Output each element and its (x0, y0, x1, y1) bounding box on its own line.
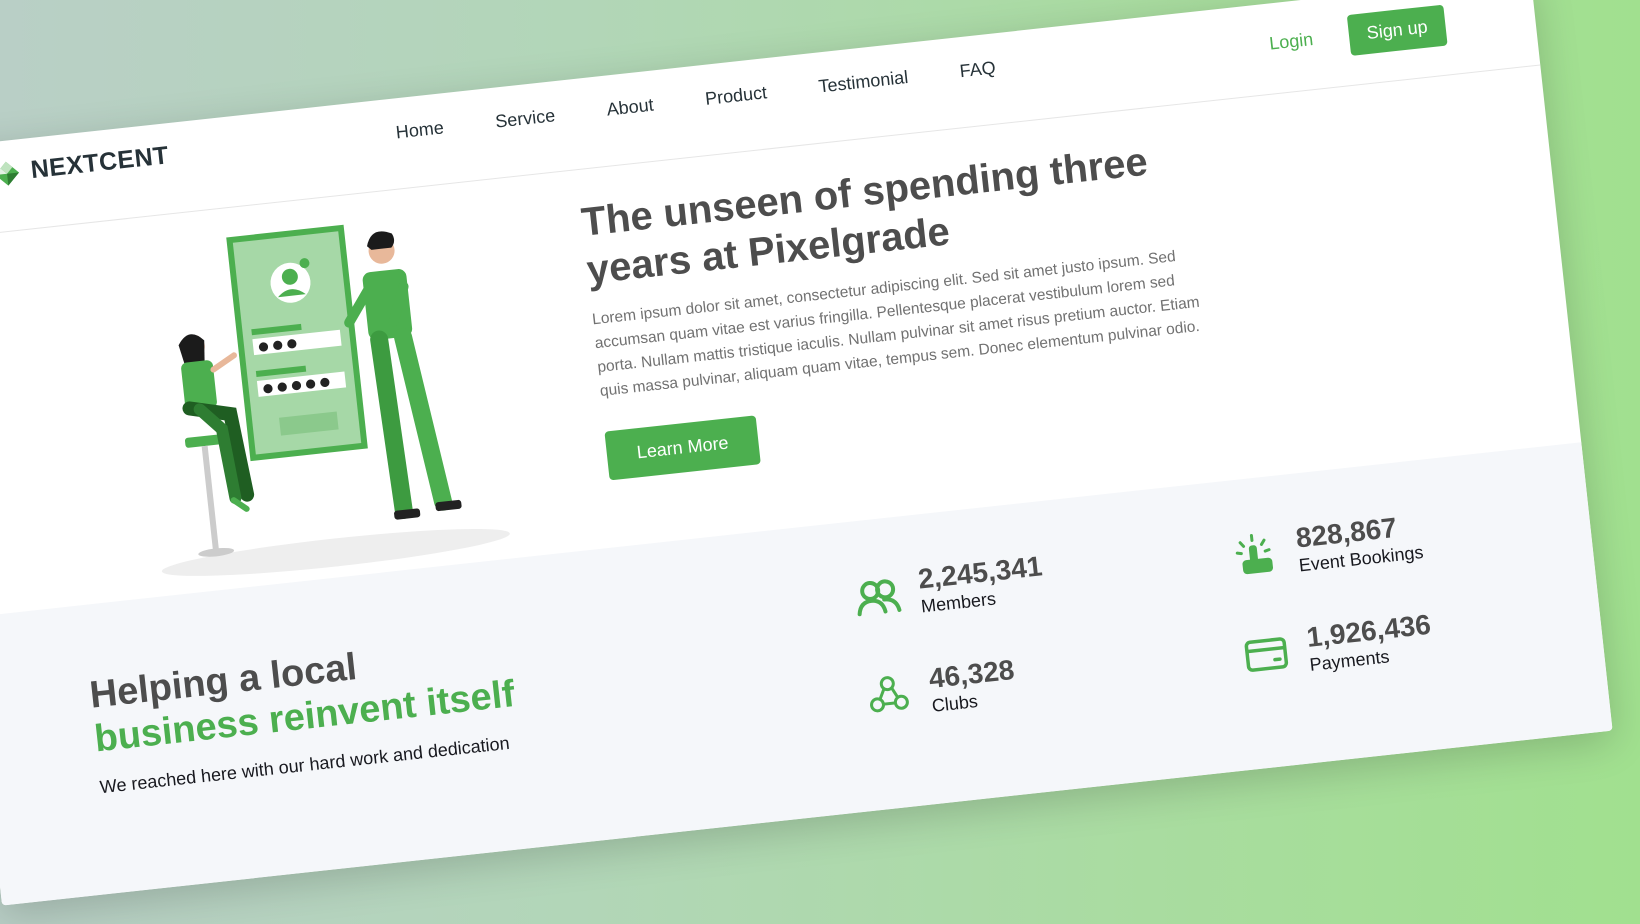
nav-testimonial[interactable]: Testimonial (817, 67, 909, 98)
brand[interactable]: NEXTCENT (0, 141, 170, 189)
signup-button[interactable]: Sign up (1346, 4, 1448, 56)
nav-about[interactable]: About (606, 95, 655, 121)
hero-illustration: ● ● ● ● ● ● ● ● (161, 224, 510, 576)
brand-name: NEXTCENT (29, 141, 171, 185)
landing-page: NEXTCENT Home Service About Product Test… (0, 0, 1613, 906)
payments-icon (1244, 637, 1289, 672)
event-bookings-icon (1235, 534, 1274, 575)
nav-home[interactable]: Home (395, 117, 445, 143)
auth-actions: Login Sign up (1267, 4, 1448, 65)
clubs-icon (870, 676, 909, 713)
nav-faq[interactable]: FAQ (959, 57, 997, 82)
stat-event-bookings: 828,867 Event Bookings (1229, 510, 1425, 585)
stat-payments: 1,926,436 Payments (1240, 609, 1435, 684)
login-link[interactable]: Login (1268, 29, 1314, 55)
stats-intro: Helping a local business reinvent itself… (88, 619, 618, 799)
nav-service[interactable]: Service (494, 105, 556, 132)
hero: The unseen of spending three years at Pi… (579, 133, 1216, 481)
stat-members: 2,245,341 Members (851, 550, 1046, 625)
members-icon (857, 579, 902, 617)
nav-product[interactable]: Product (704, 82, 768, 110)
stat-clubs: 46,328 Clubs (862, 654, 1019, 725)
logo-icon (0, 161, 19, 186)
main-menu: Home Service About Product Testimonial F… (395, 57, 997, 143)
learn-more-button[interactable]: Learn More (604, 415, 761, 481)
